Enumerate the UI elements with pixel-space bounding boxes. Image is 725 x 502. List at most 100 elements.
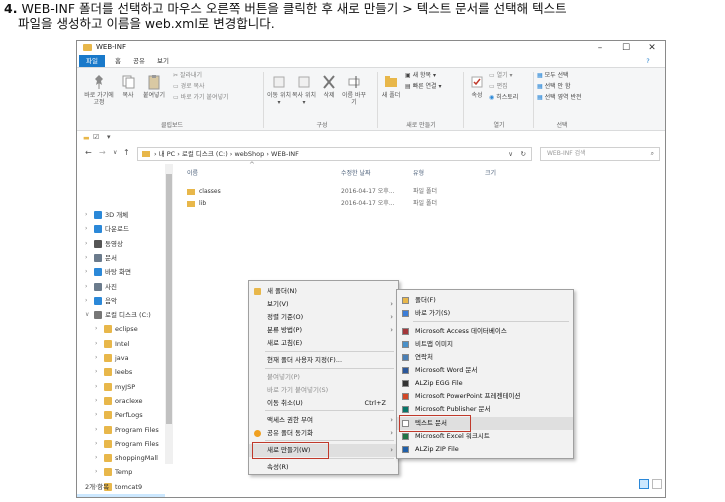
context-menu-item[interactable]: 새로 고침(E) xyxy=(249,337,398,350)
nav-item[interactable]: › 3D 개체 xyxy=(77,208,165,222)
tab-view[interactable]: 보기 xyxy=(153,55,173,67)
nav-item[interactable]: › eclipse xyxy=(77,322,165,336)
chevron-right-icon[interactable]: › xyxy=(95,423,97,437)
nav-item[interactable]: › 사진 xyxy=(77,280,165,294)
chevron-down-icon[interactable]: ∨ xyxy=(508,148,513,160)
context-menu-item[interactable]: 이동 취소(U) Ctrl+Z xyxy=(249,397,398,410)
nav-item[interactable]: › leebs xyxy=(77,365,165,379)
chevron-right-icon[interactable]: › xyxy=(85,280,87,294)
chevron-right-icon[interactable]: › xyxy=(85,237,87,251)
easy-access-button[interactable]: ▤ 빠른 연결 ▾ xyxy=(405,83,442,91)
copy-to-button[interactable]: 복사 위치 ▾ xyxy=(291,74,317,106)
chevron-right-icon[interactable]: › xyxy=(95,365,97,379)
paste-shortcut-button[interactable]: ▭ 바로 가기 붙여넣기 xyxy=(173,94,229,102)
paste-button[interactable]: 붙여넣기 xyxy=(139,74,169,99)
new-folder-button[interactable]: 새 폴더 xyxy=(381,74,401,99)
nav-item[interactable]: › Program Files xyxy=(77,437,165,451)
new-item-button[interactable]: ▣ 새 항목 ▾ xyxy=(405,72,436,80)
details-view-icon[interactable] xyxy=(639,479,649,489)
context-menu-item[interactable]: 새 폴더(N) xyxy=(249,285,398,298)
submenu-item[interactable]: Microsoft Word 문서 xyxy=(397,364,573,377)
chevron-right-icon[interactable]: › xyxy=(85,265,87,279)
forward-icon[interactable]: → xyxy=(99,148,106,157)
context-menu-item[interactable]: 속성(R) xyxy=(249,461,398,474)
tab-file[interactable]: 파일 xyxy=(79,55,105,67)
nav-item[interactable]: › 문서 xyxy=(77,251,165,265)
delete-button[interactable]: 삭제 xyxy=(319,74,339,99)
search-input[interactable]: WEB-INF 검색 ⌕ xyxy=(540,147,660,161)
chevron-right-icon[interactable]: › xyxy=(95,465,97,479)
nav-item[interactable]: › oraclexe xyxy=(77,394,165,408)
chevron-right-icon[interactable]: › xyxy=(95,322,97,336)
chevron-down-icon[interactable]: ▾ xyxy=(107,133,111,141)
rename-button[interactable]: 이름 바꾸기 xyxy=(341,74,367,106)
nav-item[interactable]: › PerfLogs xyxy=(77,408,165,422)
tab-share[interactable]: 공유 xyxy=(129,55,149,67)
refresh-icon[interactable]: ↻ xyxy=(521,148,526,160)
context-menu-item[interactable]: 보기(V) › xyxy=(249,298,398,311)
open-button[interactable]: ▭ 열기 ▾ xyxy=(489,72,513,80)
properties-button[interactable]: 속성 xyxy=(467,74,487,99)
chevron-right-icon[interactable]: › xyxy=(85,222,87,236)
column-size[interactable]: 크기 xyxy=(485,168,496,177)
context-menu-item[interactable]: 정렬 기준(O) › xyxy=(249,311,398,324)
submenu-item[interactable]: ALZip ZIP File xyxy=(397,443,573,456)
context-menu-item[interactable]: 액세스 권한 부여 › xyxy=(249,414,398,427)
select-all-button[interactable]: ▦ 모두 선택 xyxy=(537,72,569,80)
nav-item[interactable]: › Intel xyxy=(77,337,165,351)
nav-item[interactable]: › Temp xyxy=(77,465,165,479)
pin-quick-access-button[interactable]: 바로 가기에 고정 xyxy=(81,74,117,106)
file-row-classes[interactable]: classes 2016-04-17 오후... 파일 폴더 xyxy=(173,186,473,198)
nav-item[interactable]: › shoppingMall xyxy=(77,451,165,465)
chevron-down-icon[interactable]: ∨ xyxy=(113,149,117,156)
nav-item[interactable]: › myJSP xyxy=(77,380,165,394)
chevron-right-icon[interactable]: › xyxy=(95,451,97,465)
submenu-item[interactable]: 폴더(F) xyxy=(397,294,573,307)
nav-item[interactable]: › 음악 xyxy=(77,294,165,308)
submenu-item[interactable]: 비트맵 이미지 xyxy=(397,338,573,351)
history-button[interactable]: ◉ 히스토리 xyxy=(489,94,518,102)
copy-button[interactable]: 복사 xyxy=(119,74,137,99)
large-icons-view-icon[interactable] xyxy=(652,479,662,489)
address-bar[interactable]: › 내 PC › 로컬 디스크 (C:) › webShop › WEB-INF… xyxy=(137,147,532,161)
nav-item[interactable]: › 다운로드 xyxy=(77,222,165,236)
select-none-button[interactable]: ▦ 선택 안 함 xyxy=(537,83,571,91)
close-button[interactable]: ✕ xyxy=(641,42,663,54)
nav-item[interactable]: › 바탕 화면 xyxy=(77,265,165,279)
submenu-item[interactable]: Microsoft Access 데이터베이스 xyxy=(397,325,573,338)
nav-item[interactable]: ∨ 로컬 디스크 (C:) xyxy=(77,308,165,322)
column-type[interactable]: 유형 xyxy=(413,168,424,177)
context-menu-item[interactable]: 현재 폴더 사용자 지정(F)... xyxy=(249,354,398,367)
nav-scrollbar[interactable] xyxy=(165,164,173,464)
chevron-right-icon[interactable]: › xyxy=(95,408,97,422)
nav-item[interactable]: › 동영상 xyxy=(77,237,165,251)
nav-item[interactable]: › Program Files xyxy=(77,423,165,437)
tab-home[interactable]: 홈 xyxy=(111,55,125,67)
submenu-item[interactable]: ALZip EGG File xyxy=(397,377,573,390)
chevron-right-icon[interactable]: › xyxy=(95,337,97,351)
chevron-right-icon[interactable]: › xyxy=(95,380,97,394)
submenu-item[interactable]: Microsoft PowerPoint 프레젠테이션 xyxy=(397,390,573,403)
checkmark-icon[interactable]: ☑ xyxy=(93,133,99,141)
edit-button[interactable]: ▭ 편집 xyxy=(489,83,508,91)
chevron-down-icon[interactable]: ∨ xyxy=(85,308,89,322)
cut-button[interactable]: ✂ 잘라내기 xyxy=(173,72,202,80)
minimize-button[interactable]: – xyxy=(589,42,611,54)
up-icon[interactable]: ↑ xyxy=(123,148,130,157)
move-to-button[interactable]: 이동 위치 ▾ xyxy=(267,74,291,106)
chevron-right-icon[interactable]: › xyxy=(85,294,87,308)
chevron-right-icon[interactable]: › xyxy=(95,394,97,408)
column-name[interactable]: 이름 xyxy=(187,168,198,177)
context-menu-item[interactable]: 공유 폴더 동기화 › xyxy=(249,427,398,440)
copy-path-button[interactable]: ▭ 경로 복사 xyxy=(173,83,205,91)
chevron-right-icon[interactable]: › xyxy=(85,208,87,222)
back-icon[interactable]: ← xyxy=(85,148,92,157)
file-row-lib[interactable]: lib 2016-04-17 오후... 파일 폴더 xyxy=(173,198,473,210)
column-date[interactable]: 수정한 날짜 xyxy=(341,168,371,177)
chevron-right-icon[interactable]: › xyxy=(95,351,97,365)
submenu-item[interactable]: 바로 가기(S) xyxy=(397,307,573,320)
scrollbar-thumb[interactable] xyxy=(166,174,172,424)
chevron-right-icon[interactable]: › xyxy=(95,437,97,451)
submenu-item[interactable]: 연락처 xyxy=(397,351,573,364)
nav-item[interactable]: › java xyxy=(77,351,165,365)
